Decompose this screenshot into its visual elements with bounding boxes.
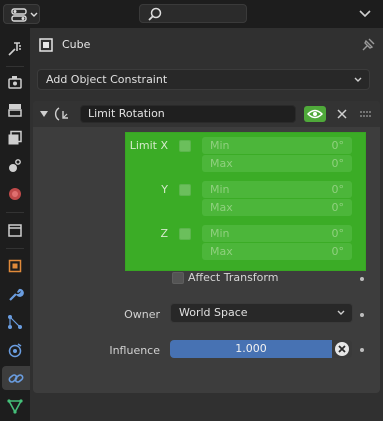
view-layer-icon <box>8 130 22 145</box>
scene-icon <box>9 159 21 172</box>
limit-z-checkbox[interactable] <box>179 228 191 240</box>
modifier-icon <box>9 288 24 301</box>
affect-transform-label: Affect Transform <box>188 271 279 284</box>
chevron-down-icon <box>337 310 345 315</box>
tab-physics[interactable] <box>3 338 27 362</box>
limit-axes-highlight: Limit X Min 0° Max 0° Y Min 0° Max 0° Z … <box>125 132 366 271</box>
owner-space-dropdown[interactable]: World Space <box>170 303 353 323</box>
z-min-value: 0° <box>331 227 345 240</box>
keyframe-dot[interactable] <box>360 313 364 317</box>
y-max-field[interactable]: Max 0° <box>202 199 352 216</box>
limit-rotation-icon <box>54 107 68 121</box>
limit-y-checkbox[interactable] <box>179 184 191 196</box>
tool-icon <box>8 42 21 56</box>
object-icon <box>8 259 22 273</box>
y-max-label: Max <box>210 201 233 214</box>
z-max-label: Max <box>210 245 233 258</box>
owner-label: Owner <box>124 308 160 321</box>
tab-scene[interactable] <box>3 154 27 178</box>
influence-slider[interactable]: 1.000 <box>170 340 332 358</box>
tab-object-data[interactable] <box>3 394 27 418</box>
limit-x-checkbox[interactable] <box>179 140 191 152</box>
chevron-down-icon <box>354 77 362 82</box>
z-max-field[interactable]: Max 0° <box>202 243 352 260</box>
x-min-value: 0° <box>331 139 345 152</box>
editor-type-button[interactable] <box>3 4 40 24</box>
tab-modifier[interactable] <box>3 282 27 306</box>
influence-label: Influence <box>109 344 160 357</box>
y-min-label: Min <box>210 183 230 196</box>
constraint-icon <box>8 374 24 383</box>
tab-separator <box>6 212 24 213</box>
x-min-label: Min <box>210 139 230 152</box>
toggle-visibility-button[interactable] <box>304 106 326 122</box>
keyframe-dot[interactable] <box>360 348 364 352</box>
tab-separator <box>6 248 24 249</box>
search-input[interactable] <box>139 4 247 23</box>
delete-constraint-button[interactable] <box>334 105 350 123</box>
x-min-field[interactable]: Min 0° <box>202 137 352 154</box>
limit-z-label: Z <box>160 227 168 240</box>
options-dropdown-button[interactable] <box>356 6 374 22</box>
grip-icon <box>360 111 371 117</box>
tab-constraints[interactable] <box>2 366 30 390</box>
add-object-constraint-label: Add Object Constraint <box>46 73 168 86</box>
tab-particles[interactable] <box>3 310 27 334</box>
keyframe-dot[interactable] <box>360 277 364 281</box>
collection-icon <box>8 224 22 237</box>
z-min-label: Min <box>210 227 230 240</box>
tab-output[interactable] <box>3 98 27 122</box>
particles-icon <box>8 315 22 329</box>
object-header: Cube <box>30 28 383 62</box>
y-max-value: 0° <box>331 201 345 214</box>
affect-transform-checkbox[interactable] <box>172 272 184 284</box>
world-icon <box>9 188 21 200</box>
limit-y-label: Y <box>161 183 168 196</box>
x-max-field[interactable]: Max 0° <box>202 155 352 172</box>
add-object-constraint-dropdown[interactable]: Add Object Constraint <box>37 69 370 90</box>
constraint-panel-header: Limit Rotation <box>33 101 380 127</box>
collapse-arrow-icon[interactable] <box>38 108 50 120</box>
close-icon <box>337 109 347 119</box>
physics-icon <box>8 343 22 358</box>
disable-keep-transform-button[interactable] <box>332 340 352 358</box>
pin-icon[interactable] <box>360 37 376 53</box>
properties-main: Cube Add Object Constraint Limit Rotatio… <box>30 28 383 421</box>
tab-collection[interactable] <box>3 218 27 242</box>
object-name: Cube <box>62 38 91 51</box>
x-max-value: 0° <box>331 157 345 170</box>
object-data-icon <box>7 399 23 414</box>
properties-header <box>0 0 383 28</box>
owner-space-value: World Space <box>179 306 248 319</box>
tab-world[interactable] <box>3 182 27 206</box>
z-min-field[interactable]: Min 0° <box>202 225 352 242</box>
eye-icon <box>307 109 323 119</box>
tab-view-layer[interactable] <box>3 126 27 150</box>
tab-separator <box>6 66 24 67</box>
y-min-field[interactable]: Min 0° <box>202 181 352 198</box>
object-icon <box>39 38 53 52</box>
drag-handle[interactable] <box>359 107 373 121</box>
tab-render[interactable] <box>3 70 27 94</box>
x-max-label: Max <box>210 157 233 170</box>
tab-object[interactable] <box>3 254 27 278</box>
tab-tool[interactable] <box>3 37 27 61</box>
output-icon <box>8 104 22 117</box>
y-min-value: 0° <box>331 183 345 196</box>
render-icon <box>8 76 22 89</box>
constraint-name-field[interactable]: Limit Rotation <box>80 105 296 123</box>
limit-x-label: Limit X <box>129 139 168 152</box>
clear-icon <box>335 342 349 356</box>
properties-tab-bar <box>0 28 30 421</box>
search-icon <box>148 7 162 21</box>
z-max-value: 0° <box>331 245 345 258</box>
